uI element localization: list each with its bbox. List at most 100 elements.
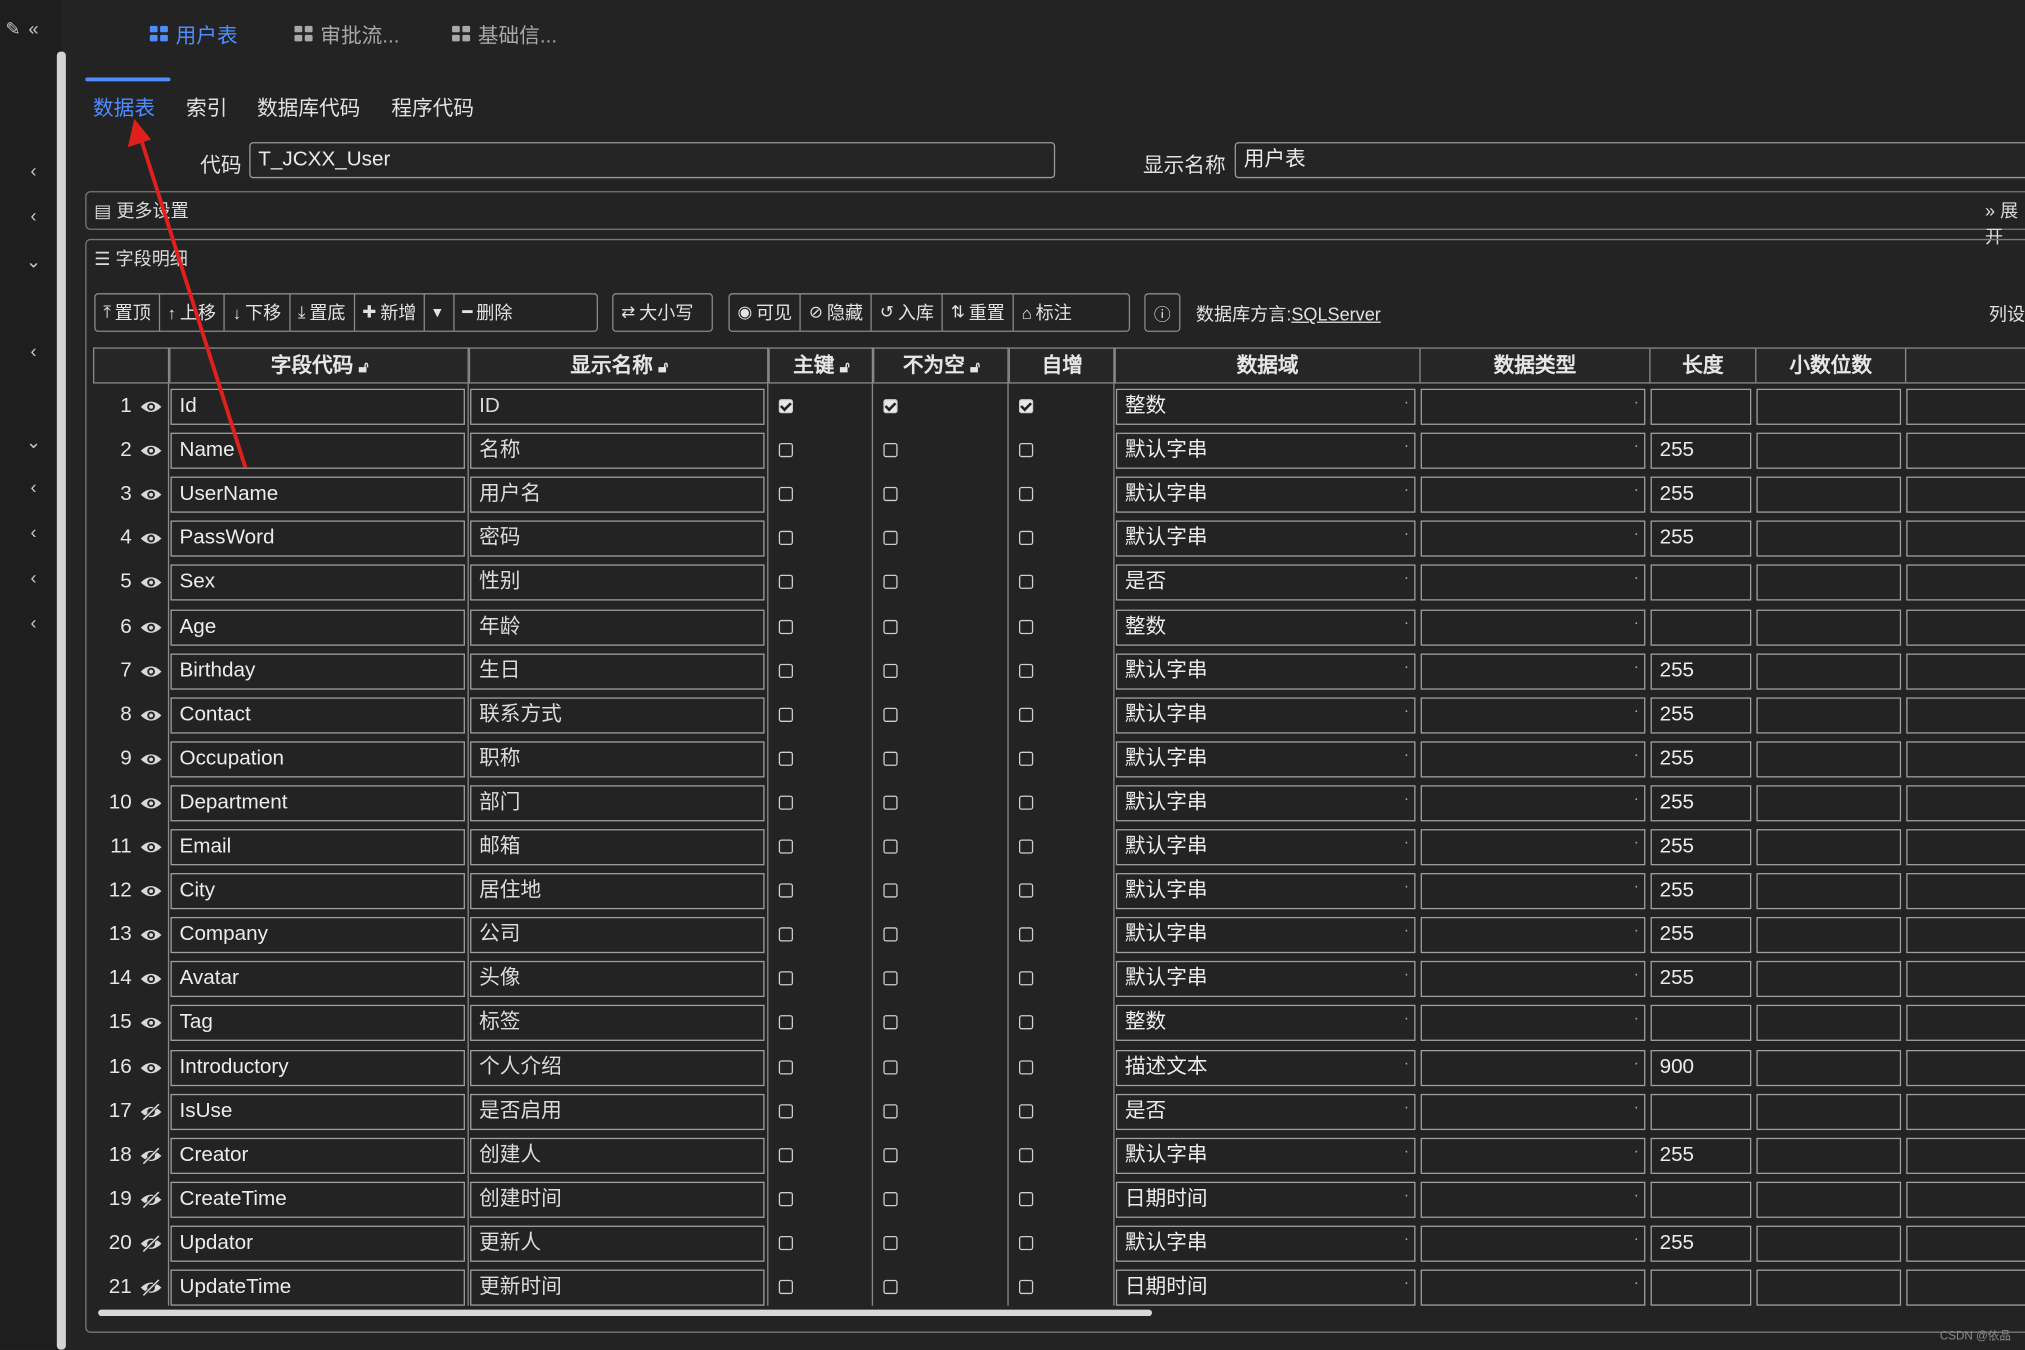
table-row[interactable]: 20 Updator更新人 默认字串 255 — [93, 1222, 2025, 1266]
not-null-checkbox[interactable] — [883, 1279, 898, 1295]
column-settings-link[interactable]: 列设 — [1989, 301, 2025, 327]
data-type-select[interactable] — [1420, 961, 1646, 998]
auto-increment-checkbox[interactable] — [1018, 1279, 1034, 1295]
table-row[interactable]: 12 City居住地 默认字串 255 — [93, 869, 2025, 913]
tab-basic-info[interactable]: 基础信... — [452, 18, 557, 49]
extra-input[interactable] — [1906, 564, 2025, 602]
extra-input[interactable] — [1906, 697, 2025, 734]
primary-key-checkbox[interactable] — [778, 619, 793, 634]
length-input[interactable] — [1650, 564, 1752, 602]
not-null-checkbox[interactable] — [883, 575, 898, 590]
display-name-input[interactable]: 密码 — [470, 520, 765, 558]
data-type-select[interactable] — [1420, 1225, 1646, 1262]
length-input[interactable]: 255 — [1650, 697, 1752, 734]
chevron-left-icon[interactable]: ‹ — [21, 203, 47, 229]
chevron-left-icon[interactable]: ‹ — [21, 564, 47, 590]
primary-key-checkbox[interactable] — [778, 883, 793, 898]
unlock-icon[interactable]: 🔓︎ — [658, 358, 668, 376]
field-code-input[interactable]: Tag — [170, 1005, 465, 1042]
data-domain-select[interactable]: 默认字串 — [1115, 785, 1416, 822]
display-name-input[interactable]: 创建时间 — [470, 1181, 765, 1218]
data-type-select[interactable] — [1420, 829, 1646, 866]
header-not-null[interactable]: 不为空 🔓︎ — [873, 348, 1009, 383]
field-code-input[interactable]: Age — [170, 608, 465, 646]
eye-icon[interactable] — [139, 926, 162, 944]
scale-input[interactable] — [1756, 1269, 1902, 1306]
hide-button[interactable]: ⊘ 隐藏 — [801, 294, 873, 331]
primary-key-checkbox[interactable] — [778, 1059, 793, 1074]
length-input[interactable]: 255 — [1650, 785, 1752, 822]
not-null-checkbox[interactable] — [883, 1015, 898, 1030]
not-null-checkbox[interactable] — [883, 487, 898, 502]
collapse-double-left-icon[interactable]: « — [21, 15, 47, 41]
header-data-domain[interactable]: 数据域 — [1114, 348, 1420, 383]
data-domain-select[interactable]: 整数 — [1115, 1005, 1416, 1042]
tab-user-table[interactable]: 用户表 — [149, 18, 238, 49]
table-row[interactable]: 9 Occupation职称 默认字串 255 — [93, 737, 2025, 781]
length-input[interactable] — [1650, 1269, 1752, 1306]
extra-input[interactable] — [1906, 520, 2025, 558]
primary-key-checkbox[interactable] — [778, 1191, 793, 1206]
length-input[interactable]: 255 — [1650, 741, 1752, 778]
primary-key-checkbox[interactable] — [778, 531, 793, 546]
extra-input[interactable] — [1906, 1137, 2025, 1174]
subtab-index[interactable]: 索引 — [186, 90, 227, 121]
extra-input[interactable] — [1906, 388, 2025, 425]
scale-input[interactable] — [1756, 564, 1902, 602]
not-null-checkbox[interactable] — [883, 531, 898, 546]
display-name-input[interactable]: 是否启用 — [470, 1093, 765, 1130]
eye-icon[interactable] — [139, 398, 162, 416]
data-type-select[interactable] — [1420, 432, 1646, 469]
data-domain-select[interactable]: 描述文本 — [1115, 1049, 1416, 1086]
length-input[interactable]: 255 — [1650, 961, 1752, 998]
field-code-input[interactable]: UserName — [170, 476, 465, 513]
table-row[interactable]: 5 Sex 性别 是否 — [93, 561, 2025, 605]
data-type-select[interactable] — [1420, 1093, 1646, 1130]
subtab-program-code[interactable]: 程序代码 — [391, 90, 474, 121]
move-up-button[interactable]: ↑ 上移 — [160, 294, 226, 331]
eye-slash-icon[interactable] — [139, 1190, 162, 1209]
tab-approval-flow[interactable]: 审批流... — [294, 18, 400, 49]
primary-key-checkbox[interactable] — [778, 1015, 793, 1030]
field-code-input[interactable]: Avatar — [170, 961, 465, 998]
move-bottom-button[interactable]: ⤓ 置底 — [290, 294, 355, 331]
field-code-input[interactable]: Occupation — [170, 741, 465, 778]
auto-increment-checkbox[interactable] — [1018, 663, 1034, 678]
length-input[interactable]: 255 — [1650, 829, 1752, 866]
length-input[interactable] — [1650, 1005, 1752, 1042]
display-name-input[interactable]: 个人介绍 — [470, 1049, 765, 1086]
primary-key-checkbox[interactable] — [778, 707, 793, 722]
not-null-checkbox[interactable] — [883, 1147, 898, 1162]
not-null-checkbox[interactable] — [883, 883, 898, 898]
not-null-checkbox[interactable] — [883, 839, 898, 854]
field-code-input[interactable]: City — [170, 873, 465, 910]
primary-key-checkbox[interactable] — [778, 1235, 793, 1251]
header-scale[interactable]: 小数位数 — [1755, 348, 1905, 383]
auto-increment-checkbox[interactable] — [1018, 1191, 1034, 1206]
auto-increment-checkbox[interactable] — [1018, 619, 1034, 634]
table-row[interactable]: 2 Name名称 默认字串 255 — [93, 429, 2025, 473]
data-type-select[interactable] — [1420, 697, 1646, 734]
eye-icon[interactable] — [139, 882, 162, 900]
data-type-select[interactable] — [1420, 388, 1646, 425]
field-code-input[interactable]: Creator — [170, 1137, 465, 1174]
data-type-select[interactable] — [1420, 785, 1646, 822]
header-auto-increment[interactable]: 自增 — [1008, 348, 1115, 383]
auto-increment-checkbox[interactable] — [1018, 971, 1034, 986]
display-name-input[interactable]: 头像 — [470, 961, 765, 998]
auto-increment-checkbox[interactable] — [1018, 1235, 1034, 1251]
auto-increment-checkbox[interactable] — [1018, 1103, 1034, 1118]
not-null-checkbox[interactable] — [883, 751, 898, 766]
data-domain-select[interactable]: 默认字串 — [1115, 697, 1416, 734]
display-name-input[interactable]: 用户名 — [470, 476, 765, 513]
auto-increment-checkbox[interactable] — [1018, 487, 1034, 502]
table-row[interactable]: 14 Avatar头像 默认字串 255 — [93, 957, 2025, 1001]
field-code-input[interactable]: Company — [170, 917, 465, 954]
more-settings-panel[interactable] — [85, 191, 2025, 230]
display-name-input[interactable]: 居住地 — [470, 873, 765, 910]
length-input[interactable]: 255 — [1650, 652, 1752, 690]
field-code-input[interactable]: UpdateTime — [170, 1269, 465, 1306]
data-type-select[interactable] — [1420, 873, 1646, 910]
chevron-down-icon[interactable]: ⌄ — [21, 248, 47, 274]
extra-input[interactable] — [1906, 652, 2025, 690]
